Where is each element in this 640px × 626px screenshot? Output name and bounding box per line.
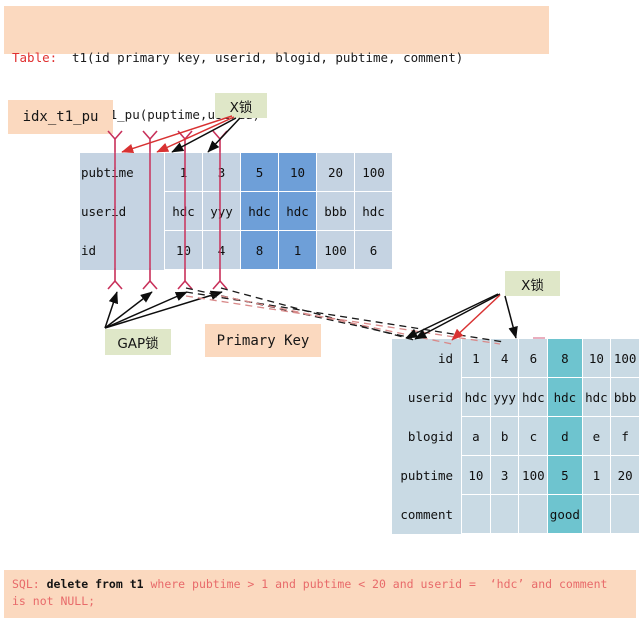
gap-lock-label: GAP锁: [105, 329, 171, 355]
primary-key-table-body: id 1 4 6 8 10 100 userid hdc yyy hdc hdc hdc bbb blogi…: [392, 338, 640, 534]
primary-key-table-cell: yyy: [489, 377, 520, 417]
primary-key-table-cell: good: [547, 494, 583, 534]
primary-key-label: Primary Key: [205, 324, 321, 357]
index-table-cell: 6: [354, 230, 393, 270]
index-table: pubtime 1 3 5 10 20 100 userid hdc yyy hdc hdc bbb hd…: [80, 152, 393, 270]
index-table-cell: 100: [354, 152, 393, 192]
index-table-cell: 3: [202, 152, 241, 192]
index-table-row: userid hdc yyy hdc hdc bbb hdc: [80, 191, 393, 231]
index-table-row-label: userid: [80, 191, 165, 231]
index-table-cell: 4: [202, 230, 241, 270]
sql-banner: SQL: delete from t1 where pubtime > 1 an…: [4, 570, 636, 618]
primary-key-table-row: pubtime 10 3 100 5 1 20: [392, 455, 640, 495]
primary-key-table-cell: [581, 494, 612, 534]
primary-key-table-cell: a: [461, 416, 491, 456]
primary-key-table-cell: 20: [610, 455, 640, 495]
primary-key-table-row: userid hdc yyy hdc hdc hdc bbb: [392, 377, 640, 417]
index-table-cell: 10: [164, 230, 203, 270]
primary-key-table-cell: [610, 494, 640, 534]
primary-key-table-row: comment good: [392, 494, 640, 534]
primary-key-table-cell: 10: [461, 455, 491, 495]
primary-key-table-cell: hdc: [547, 377, 583, 417]
index-table-cell: 5: [240, 152, 279, 192]
index-table-body: pubtime 1 3 5 10 20 100 userid hdc yyy hdc hdc bbb hd…: [80, 152, 393, 270]
primary-key-table-cell: hdc: [581, 377, 612, 417]
primary-key-table-cell: 10: [581, 338, 612, 378]
index-table-cell: 1: [164, 152, 203, 192]
diagram-canvas: Table: t1(id primary key, userid, blogid,…: [0, 0, 640, 626]
primary-key-table-cell: c: [518, 416, 549, 456]
index-table-cell: hdc: [278, 191, 317, 231]
x-lock-label-pk: X锁: [505, 271, 560, 296]
primary-key-table-row: id 1 4 6 8 10 100: [392, 338, 640, 378]
primary-key-table-cell: bbb: [610, 377, 640, 417]
gap-lock-arrows: [104, 290, 223, 329]
schema-table-line: Table: t1(id primary key, userid, blogid,…: [12, 48, 541, 67]
index-table-cell: hdc: [164, 191, 203, 231]
index-table-cell: 1: [278, 230, 317, 270]
index-table-cell: yyy: [202, 191, 241, 231]
schema-table-value: t1(id primary key, userid, blogid, pubti…: [72, 50, 464, 65]
primary-key-table-cell: 100: [610, 338, 640, 378]
x-lock-arrows-pk: [405, 293, 518, 341]
primary-key-table-cell: b: [489, 416, 520, 456]
gap-marks-bottom: [107, 268, 228, 290]
x-lock-label-index: X锁: [215, 93, 267, 118]
primary-key-table-cell: 1: [461, 338, 491, 378]
primary-key-table-cell: 1: [581, 455, 612, 495]
index-name-label: idx_t1_pu: [8, 100, 113, 134]
primary-key-table-row-label: pubtime: [392, 455, 462, 495]
index-table-cell: hdc: [240, 191, 279, 231]
sql-prefix: SQL:: [12, 577, 47, 591]
primary-key-table-cell: 5: [547, 455, 583, 495]
primary-key-table-row-label: comment: [392, 494, 462, 534]
primary-key-table-cell: hdc: [461, 377, 491, 417]
primary-key-table-cell: 8: [547, 338, 583, 378]
primary-key-table-cell: hdc: [518, 377, 549, 417]
schema-table-key: Table:: [12, 50, 58, 65]
index-table-row: id 10 4 8 1 100 6: [80, 230, 393, 270]
primary-key-table-cell: 6: [518, 338, 549, 378]
primary-key-table-cell: [518, 494, 549, 534]
primary-key-table-row-label: id: [392, 338, 462, 378]
primary-key-table-cell: [461, 494, 491, 534]
primary-key-table-cell: [489, 494, 520, 534]
primary-key-table-cell: e: [581, 416, 612, 456]
primary-key-table-cell: d: [547, 416, 583, 456]
index-table-cell: 10: [278, 152, 317, 192]
primary-key-table-row: blogid a b c d e f: [392, 416, 640, 456]
primary-key-table: id 1 4 6 8 10 100 userid hdc yyy hdc hdc hdc bbb blogi…: [392, 338, 640, 534]
primary-key-table-cell: 3: [489, 455, 520, 495]
index-table-row-label: pubtime: [80, 152, 165, 192]
schema-banner: Table: t1(id primary key, userid, blogid,…: [4, 6, 549, 122]
index-table-cell: 8: [240, 230, 279, 270]
primary-key-table-cell: 4: [489, 338, 520, 378]
index-table-cell: 20: [316, 152, 355, 192]
index-table-row: pubtime 1 3 5 10 20 100: [80, 152, 393, 192]
primary-key-table-row-label: userid: [392, 377, 462, 417]
primary-key-table-cell: f: [610, 416, 640, 456]
index-table-cell: hdc: [354, 191, 393, 231]
primary-key-table-cell: 100: [518, 455, 549, 495]
index-table-cell: 100: [316, 230, 355, 270]
index-table-row-label: id: [80, 230, 165, 270]
index-table-cell: bbb: [316, 191, 355, 231]
primary-key-table-row-label: blogid: [392, 416, 462, 456]
sql-statement-bold: delete from t1: [46, 577, 151, 591]
